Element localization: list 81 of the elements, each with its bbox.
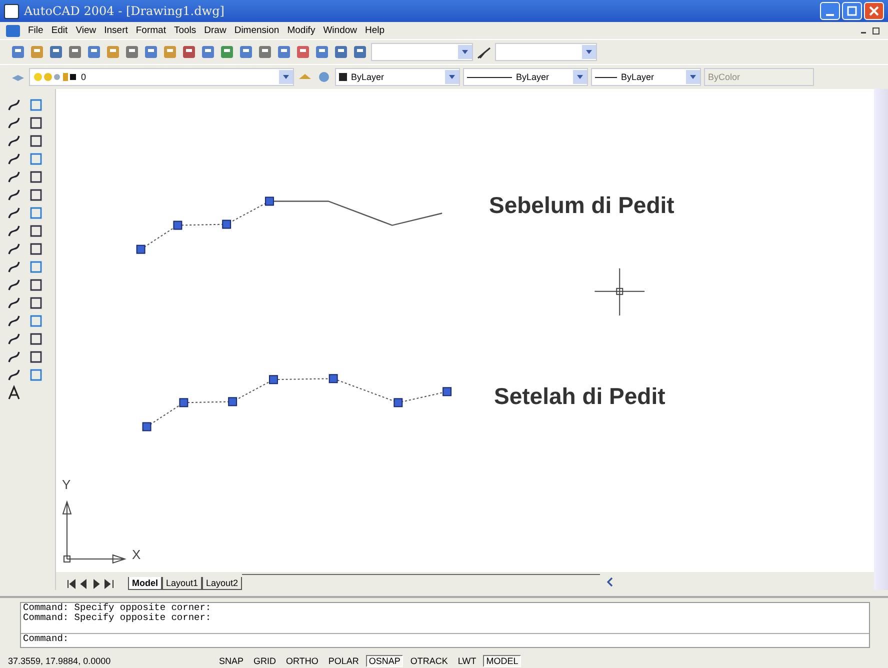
status-toggle[interactable]: GRID [250,655,280,667]
grip-icon[interactable] [142,422,152,432]
toolbar-icon[interactable] [105,44,121,60]
grip-icon[interactable] [179,398,188,408]
menu-item[interactable]: Window [323,25,357,36]
status-toggle[interactable]: MODEL [483,655,522,667]
menu-item[interactable]: Modify [287,25,316,36]
command-history-line: Command: Specify opposite corner: [22,613,212,623]
grip-icon[interactable] [394,398,403,408]
layout-tab[interactable]: Layout1 [162,577,202,590]
status-toggle[interactable]: OTRACK [407,655,451,667]
drawing-canvas[interactable]: Sebelum di Pedit Setelah di Pedit Y X [56,89,874,572]
app-icon [4,4,19,18]
menu-item[interactable]: Insert [104,25,128,36]
menu-item[interactable]: Draw [204,25,226,36]
menu-item[interactable]: File [28,25,44,36]
grip-icon[interactable] [136,244,146,254]
toolbar-icon[interactable] [238,44,254,60]
color-dropdown[interactable]: ByLayer [335,68,460,86]
minimize-button[interactable] [820,2,840,20]
menu-item[interactable]: Format [136,25,166,36]
toolbar-icon[interactable] [86,44,102,60]
toolbar-icon[interactable] [124,44,140,60]
maximize-button[interactable] [842,2,862,20]
menu-item[interactable]: Help [365,25,385,36]
toolbar-icon[interactable] [162,44,178,60]
layer-state-icon [33,71,77,83]
toolbar-icon[interactable] [219,44,235,60]
layout-tab[interactable]: Model [128,577,162,590]
scrollbar[interactable] [874,89,888,590]
toolbar-icon[interactable] [200,44,216,60]
status-toggle[interactable]: ORTHO [283,655,322,667]
toolbar-icon[interactable] [10,44,26,60]
layout-tab[interactable]: Layout2 [202,577,242,590]
toolbar-icon[interactable] [276,44,292,60]
close-button[interactable] [864,2,884,20]
layer-dropdown[interactable]: 0 [29,68,294,86]
maximize-icon [847,6,857,16]
lineweight-dropdown[interactable]: ByLayer [591,68,701,86]
scroll-left-icon[interactable] [606,577,614,587]
menu-item[interactable]: Dimension [234,25,280,36]
document-window-controls-icon[interactable] [860,26,882,36]
toolbar-icon[interactable] [48,44,64,60]
toolbar-icon[interactable] [295,44,311,60]
axis-label: Y [62,477,71,492]
window-title: AutoCAD 2004 - [Drawing1.dwg] [24,4,224,18]
status-toggle[interactable]: POLAR [325,655,362,667]
minimize-icon [826,14,834,16]
status-toggle[interactable]: LWT [454,655,480,667]
menu-item[interactable]: Tools [174,25,196,36]
toolbar-icon[interactable] [257,44,273,60]
crosshair-cursor-icon [594,268,646,316]
grip-icon[interactable] [265,196,274,206]
grip-icon[interactable] [442,387,452,396]
status-toggle[interactable]: OSNAP [366,655,404,667]
toolbar-icon[interactable] [29,44,45,60]
grip-icon[interactable] [173,220,182,230]
grip-icon[interactable] [328,374,338,384]
toolbar-icon[interactable] [352,44,368,60]
menu-item[interactable]: Edit [51,25,68,36]
close-icon [869,6,879,16]
status-toggle[interactable]: SNAP [216,655,247,667]
menu-item[interactable]: View [76,25,96,36]
axis-label: X [132,547,141,562]
grip-icon[interactable] [268,375,278,384]
grip-icon[interactable] [228,397,238,406]
canvas-label: Setelah di Pedit [494,383,666,410]
grip-icon[interactable] [222,220,232,229]
text-icon[interactable] [6,385,22,401]
toolbar-icon[interactable] [181,44,197,60]
document-icon [6,24,20,36]
command-history-line: Command: Specify opposite corner: [22,603,212,613]
toolbar-icon[interactable] [333,44,349,60]
coordinates-display: 37.3559, 17.9884, 0.0000 [8,656,112,666]
command-prompt[interactable]: Command: [21,633,869,644]
ucs-icon [62,500,126,564]
linetype-dropdown[interactable]: ByLayer [463,68,588,86]
toolbar-icon[interactable] [67,44,83,60]
canvas-label: Sebelum di Pedit [489,192,674,219]
toolbar-icon[interactable] [314,44,330,60]
toolbar-icon[interactable] [143,44,159,60]
